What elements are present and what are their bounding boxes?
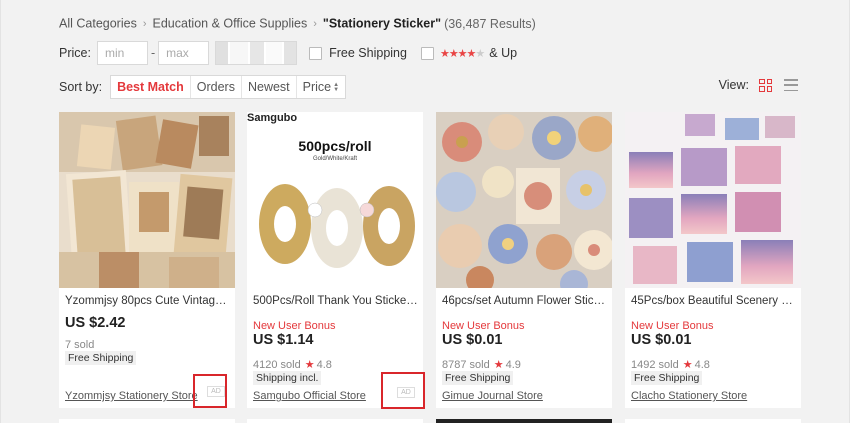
new-user-bonus: New User Bonus: [631, 320, 714, 332]
filter-row: Price: min - max Free Shipping ★★★★★ & U…: [59, 41, 517, 65]
shipping-tag: Free Shipping: [442, 371, 514, 385]
product-title[interactable]: 45Pcs/box Beautiful Scenery Sticker Set: [631, 295, 797, 307]
rating-stars-icon[interactable]: ★★★★★: [439, 47, 485, 60]
product-price: US $0.01: [631, 332, 692, 348]
new-user-bonus: New User Bonus: [253, 320, 336, 332]
product-rating: 4.8: [316, 359, 332, 371]
sort-newest[interactable]: Newest: [242, 76, 297, 98]
price-ok-button[interactable]: [215, 41, 298, 65]
search-query: "Stationery Sticker": [322, 16, 442, 31]
view-label: View:: [718, 78, 749, 92]
product-price: US $1.14: [253, 332, 314, 348]
sort-best-match[interactable]: Best Match: [111, 76, 191, 98]
product-sold: 8787 sold ★ 4.9: [442, 358, 521, 371]
star-icon: ★: [682, 359, 693, 371]
sort-row: Sort by: Best Match Orders Newest Price ▲…: [59, 75, 347, 99]
price-dash: -: [150, 46, 156, 60]
product-image[interactable]: [625, 112, 801, 288]
and-up-label[interactable]: & Up: [489, 46, 517, 60]
next-row-card: [625, 419, 801, 423]
breadcrumb-root[interactable]: All Categories: [59, 17, 137, 31]
price-label: Price:: [59, 46, 91, 60]
next-row-card: [59, 419, 235, 423]
sort-price[interactable]: Price ▲ ▼: [297, 76, 345, 98]
price-max-input[interactable]: max: [158, 41, 210, 65]
next-row-card: [247, 419, 423, 423]
grid-view-icon[interactable]: [759, 78, 772, 92]
product-sold: 1492 sold ★ 4.8: [631, 358, 710, 371]
product-card[interactable]: Yzommjsy 80pcs Cute Vintage Paper Sticke…: [59, 112, 235, 408]
star-icon: ★: [493, 359, 504, 371]
product-image[interactable]: Samgubo 500pcs/roll Gold/White/Kraft: [247, 112, 423, 288]
sort-arrows-icon: ▲ ▼: [333, 81, 340, 93]
sort-orders[interactable]: Orders: [191, 76, 242, 98]
free-shipping-label[interactable]: Free Shipping: [329, 46, 407, 60]
results-count: (36,487 Results): [444, 16, 536, 31]
store-link[interactable]: Gimue Journal Store: [442, 390, 543, 402]
chevron-right-icon: ›: [142, 17, 147, 30]
free-shipping-checkbox[interactable]: [309, 46, 323, 60]
sort-price-label: Price: [302, 80, 332, 94]
ad-highlight-box: [381, 372, 425, 409]
sold-count: 4120 sold: [253, 359, 301, 371]
product-sold: 4120 sold ★ 4.8: [253, 358, 332, 371]
brand-label: Samgubo: [247, 112, 298, 124]
product-price: US $2.42: [65, 315, 126, 331]
product-title[interactable]: 500Pcs/Roll Thank You Stickers Gold Seal…: [253, 295, 419, 307]
breadcrumb-category[interactable]: Education & Office Supplies: [153, 17, 308, 31]
sold-count: 8787 sold: [442, 359, 490, 371]
new-user-bonus: New User Bonus: [442, 320, 525, 332]
product-card[interactable]: Samgubo 500pcs/roll Gold/White/Kraft 500…: [247, 112, 423, 408]
sort-label: Sort by:: [59, 80, 103, 94]
sort-options: Best Match Orders Newest Price ▲ ▼: [110, 75, 347, 99]
image-subtext: Gold/White/Kraft: [312, 156, 357, 162]
shipping-tag: Free Shipping: [631, 371, 703, 385]
view-toggle: View:: [719, 78, 798, 92]
product-sold: 7 sold: [65, 339, 95, 351]
product-rating: 4.9: [505, 359, 521, 371]
rating-checkbox[interactable]: [420, 46, 434, 60]
product-rating: 4.8: [694, 359, 710, 371]
star-on-icons: ★★★★: [439, 47, 476, 60]
sold-count: 1492 sold: [631, 359, 679, 371]
product-card[interactable]: 45Pcs/box Beautiful Scenery Sticker Set …: [625, 112, 801, 408]
product-title[interactable]: 46pcs/set Autumn Flower Sticker Pack: [442, 295, 608, 307]
next-row-card: [436, 419, 612, 423]
breadcrumb: All Categories › Education & Office Suppli…: [59, 16, 536, 31]
shipping-tag: Free Shipping: [65, 351, 137, 365]
list-view-icon[interactable]: [784, 79, 798, 91]
price-min-input[interactable]: min: [96, 41, 148, 65]
shipping-tag: Shipping incl.: [253, 371, 322, 385]
product-price: US $0.01: [442, 332, 503, 348]
store-link[interactable]: Clacho Stationery Store: [631, 390, 747, 402]
product-image[interactable]: [436, 112, 612, 288]
product-image[interactable]: [59, 112, 235, 288]
store-link[interactable]: Samgubo Official Store: [253, 390, 366, 402]
image-headline: 500pcs/roll: [298, 138, 372, 154]
ad-highlight-box: [193, 374, 227, 408]
product-title[interactable]: Yzommjsy 80pcs Cute Vintage Paper Sticke…: [65, 295, 231, 307]
product-card[interactable]: 46pcs/set Autumn Flower Sticker Pack New…: [436, 112, 612, 408]
star-icon: ★: [304, 359, 315, 371]
store-link[interactable]: Yzommjsy Stationery Store: [65, 390, 198, 402]
chevron-right-icon: ›: [313, 17, 317, 30]
star-off-icon: ★: [475, 47, 485, 60]
